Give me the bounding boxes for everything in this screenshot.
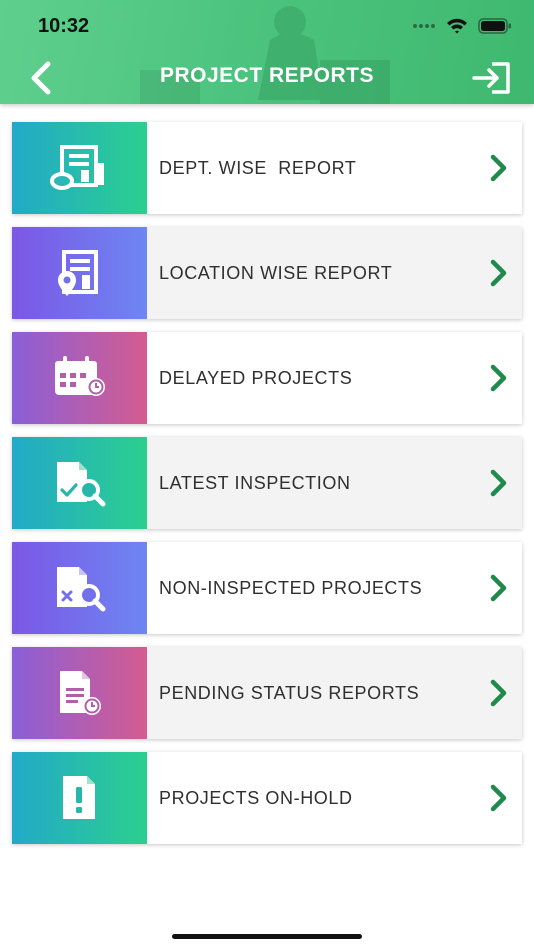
report-item-non-inspected[interactable]: NON-INSPECTED PROJECTS (12, 542, 522, 634)
report-item-pending-status[interactable]: PENDING STATUS REPORTS (12, 647, 522, 739)
pending-document-icon (59, 671, 101, 715)
chevron-right-icon (490, 469, 507, 497)
report-item-latest-inspection[interactable]: LATEST INSPECTION (12, 437, 522, 529)
inspection-search-icon (56, 462, 105, 507)
report-icon-box (12, 227, 147, 319)
logout-icon (472, 62, 510, 94)
alert-document-icon (62, 776, 95, 819)
report-icon-box (12, 332, 147, 424)
report-item-delayed-projects[interactable]: DELAYED PROJECTS (12, 332, 522, 424)
status-bar-time: 10:32 (38, 15, 90, 37)
header-bar: 10:32 PROJECT REPORTS (0, 0, 534, 104)
header-background-illustration (140, 6, 390, 104)
report-item-label: DEPT. WISE REPORT (159, 157, 357, 178)
report-item-label: LOCATION WISE REPORT (159, 262, 393, 283)
report-icon-box (12, 437, 147, 529)
building-report-icon (49, 145, 104, 190)
report-item-location-wise[interactable]: LOCATION WISE REPORT (12, 227, 522, 319)
status-bar-icons (412, 14, 512, 38)
report-item-on-hold[interactable]: PROJECTS ON-HOLD (12, 752, 522, 844)
report-item-label: PROJECTS ON-HOLD (159, 787, 353, 808)
chevron-right-icon (490, 574, 507, 602)
calendar-clock-icon (54, 356, 105, 396)
logout-button[interactable] (470, 58, 514, 98)
chevron-right-icon (490, 364, 507, 392)
chevron-right-icon (490, 784, 507, 812)
report-item-label: LATEST INSPECTION (159, 472, 351, 493)
report-item-dept-wise[interactable]: DEPT. WISE REPORT (12, 122, 522, 214)
non-inspected-search-icon (56, 567, 105, 612)
cellular-signal-icon (413, 24, 435, 28)
report-item-label: DELAYED PROJECTS (159, 367, 353, 388)
report-icon-box (12, 647, 147, 739)
location-report-icon (57, 250, 98, 296)
chevron-right-icon (490, 154, 507, 182)
chevron-right-icon (490, 259, 507, 287)
report-list: DEPT. WISE REPORT LOCATION WISE REPORT D… (12, 122, 522, 857)
report-icon-box (12, 122, 147, 214)
report-item-label: PENDING STATUS REPORTS (159, 682, 420, 703)
wifi-icon (447, 18, 467, 34)
report-item-label: NON-INSPECTED PROJECTS (159, 577, 423, 598)
report-icon-box (12, 542, 147, 634)
chevron-right-icon (490, 679, 507, 707)
report-icon-box (12, 752, 147, 844)
home-indicator[interactable] (172, 934, 362, 939)
battery-icon (478, 18, 511, 34)
page-title: PROJECT REPORTS (159, 64, 375, 87)
